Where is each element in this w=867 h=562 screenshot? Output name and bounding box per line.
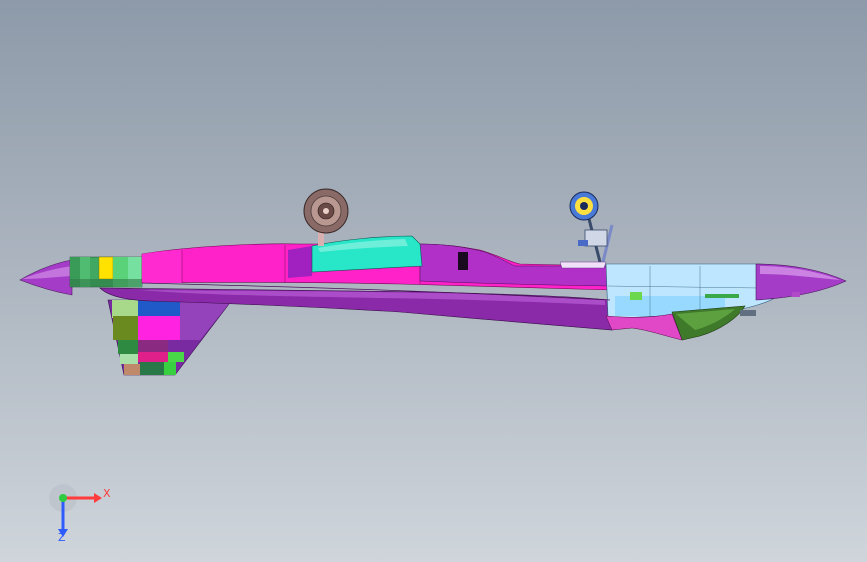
fin-panel: [168, 352, 184, 362]
fin-panel: [124, 364, 140, 375]
underwing-store: [740, 310, 756, 316]
fin-panel: [138, 340, 168, 352]
fin-panel: [138, 316, 180, 340]
cockpit-slot: [458, 252, 468, 270]
graphics-viewport[interactable]: X Z: [0, 0, 867, 562]
forward-detail: [705, 294, 739, 298]
fin-panel: [164, 362, 176, 375]
fin-panel: [140, 362, 164, 375]
coordinate-triad: X Z: [48, 484, 118, 544]
nose-probe: [792, 292, 800, 297]
fin-panel: [120, 354, 138, 364]
radar-dish-icon: [303, 188, 349, 246]
exhaust-yellow-band: [98, 256, 114, 280]
exhaust-lower-band: [70, 279, 142, 287]
forward-sensor-mast-icon: [559, 191, 614, 269]
x-axis-label: X: [103, 487, 111, 500]
forward-detail: [630, 292, 642, 300]
belly-section: [605, 313, 683, 341]
z-axis-label: Z: [58, 531, 66, 544]
aircraft-model[interactable]: [0, 0, 867, 562]
fin-panel: [138, 352, 168, 362]
fuselage-purple-section: [288, 246, 312, 278]
fin-panel: [112, 300, 138, 318]
fin-panel: [118, 340, 138, 354]
fin-panel: [138, 300, 180, 316]
fuselage-panel: [142, 250, 182, 283]
fin-panel: [113, 316, 138, 340]
